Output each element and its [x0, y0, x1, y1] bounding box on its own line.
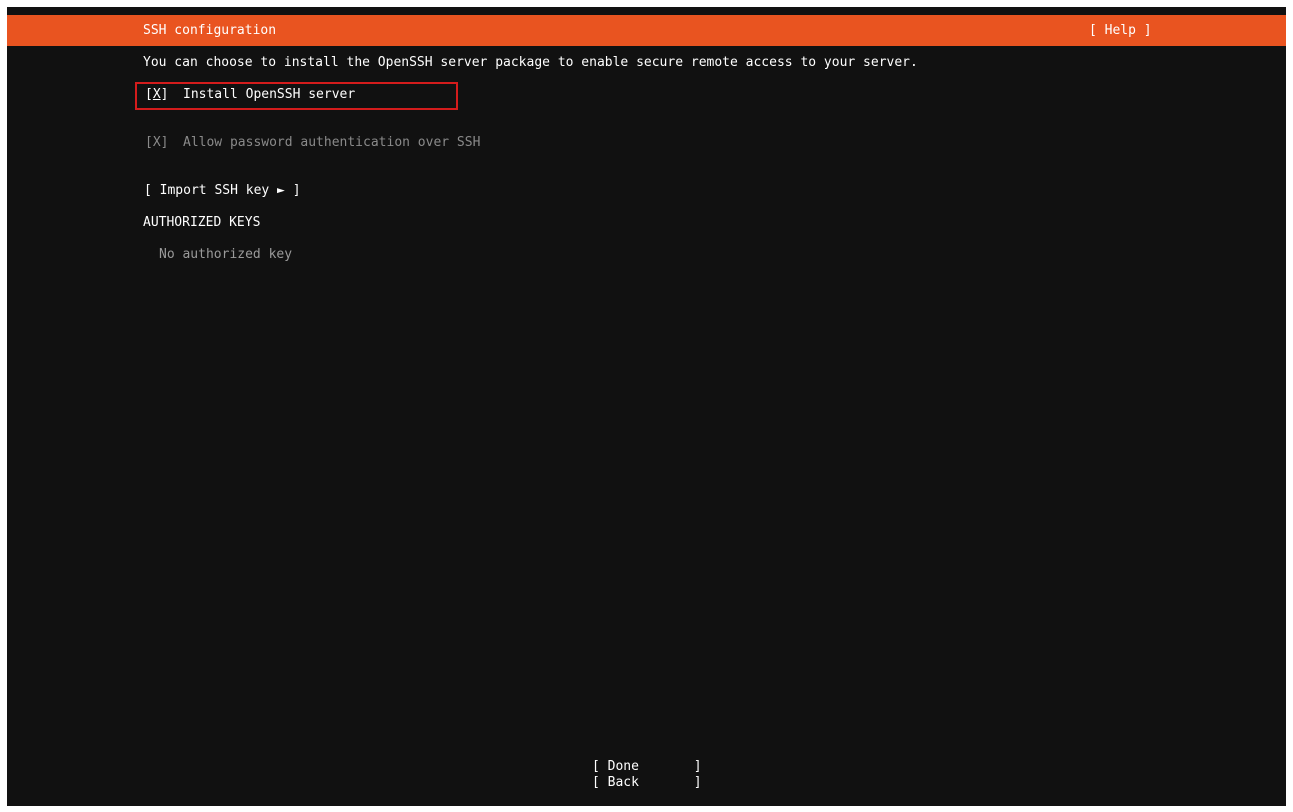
authorized-keys-heading: AUTHORIZED KEYS	[143, 215, 261, 230]
checkbox-close-bracket: ]	[160, 87, 169, 102]
installer-screen: SSH configuration [ Help ] You can choos…	[7, 7, 1286, 806]
password-auth-label[interactable]: Allow password authentication over SSH	[183, 134, 480, 152]
install-openssh-checkbox[interactable]: [X]	[145, 86, 168, 104]
password-auth-checkbox[interactable]: [X]	[145, 134, 168, 152]
checkbox-open-bracket: [	[145, 87, 153, 102]
import-ssh-key-button[interactable]: [ Import SSH key ► ]	[144, 182, 301, 200]
back-button[interactable]: [ Back ]	[592, 774, 702, 792]
help-button[interactable]: [ Help ]	[1089, 22, 1152, 40]
page-title: SSH configuration	[143, 23, 277, 38]
checkbox-mark: X	[152, 87, 161, 102]
no-authorized-key-text: No authorized key	[159, 247, 293, 262]
install-openssh-label[interactable]: Install OpenSSH server	[183, 86, 355, 104]
intro-text: You can choose to install the OpenSSH se…	[143, 55, 918, 70]
